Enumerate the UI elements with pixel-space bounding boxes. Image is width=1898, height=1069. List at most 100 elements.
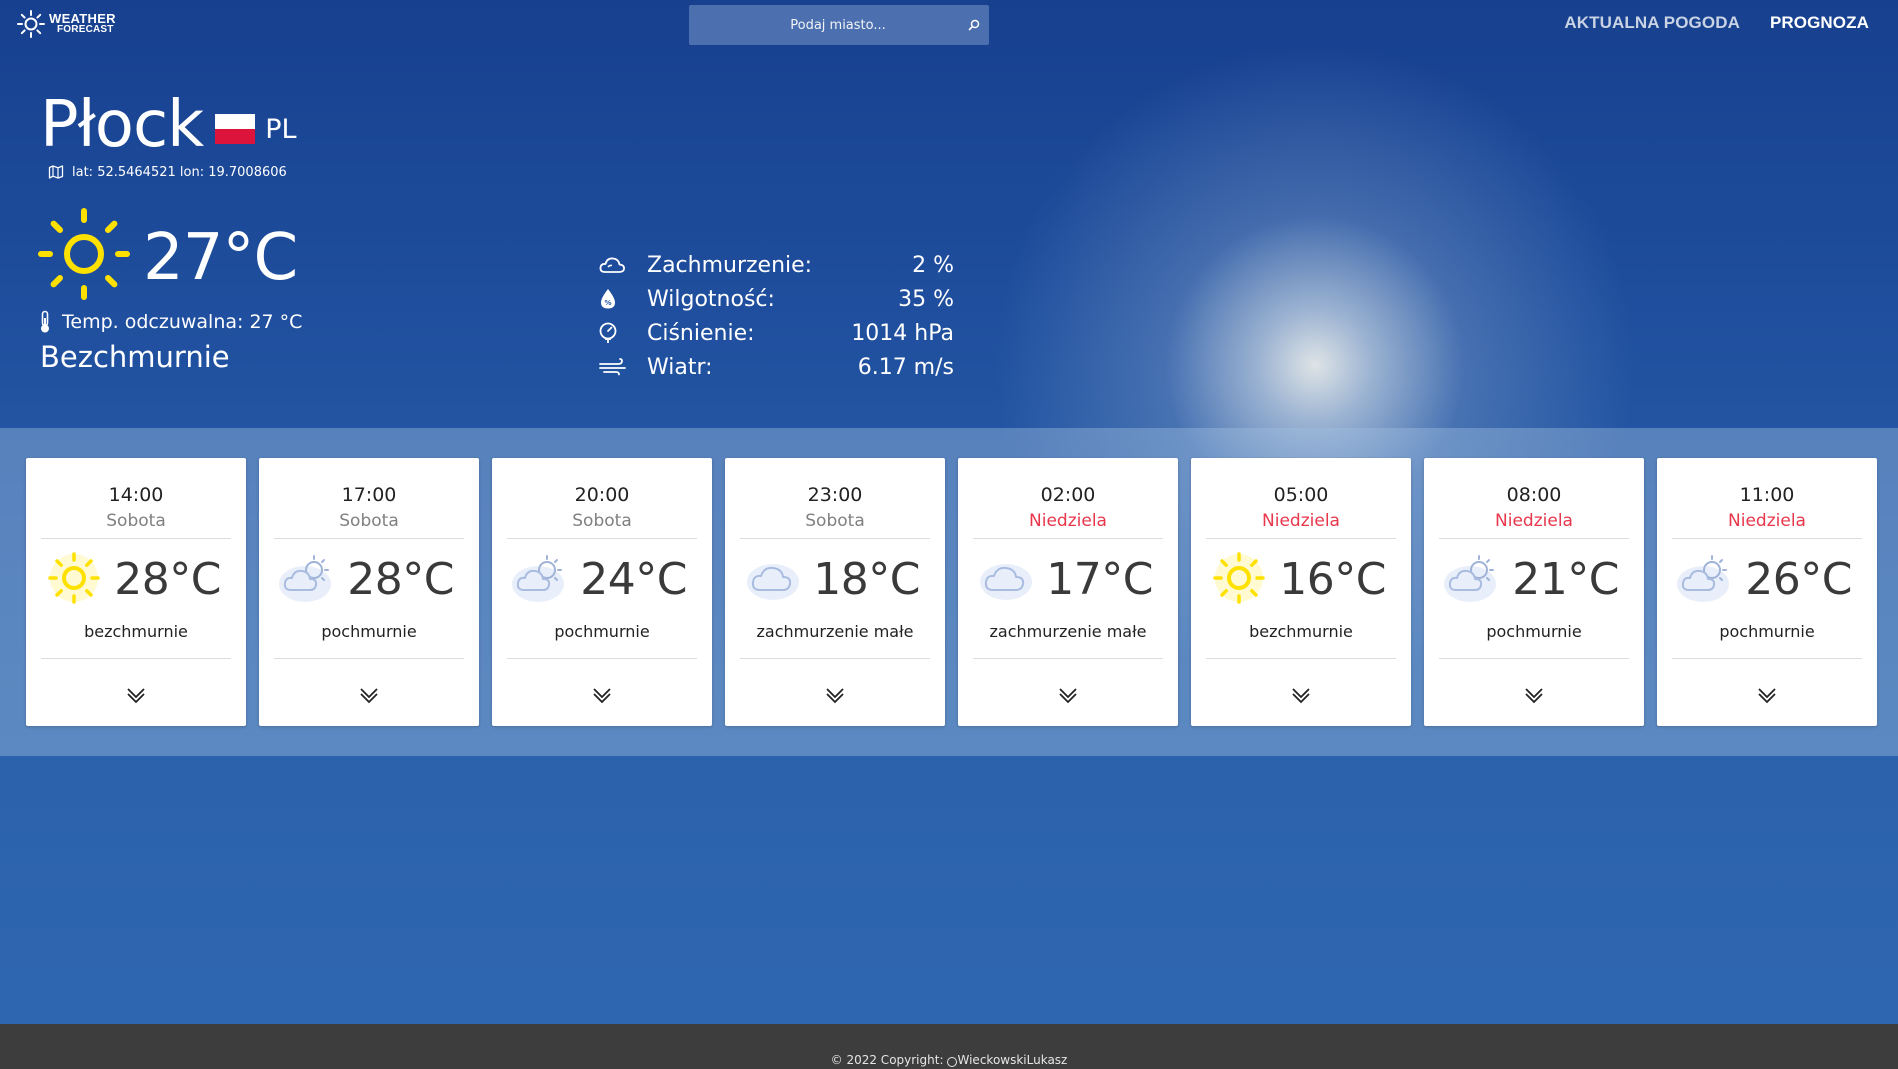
sun-icon	[1213, 552, 1265, 604]
poland-flag-icon	[215, 114, 256, 144]
forecast-day: Niedziela	[1495, 511, 1573, 531]
divider	[1439, 538, 1629, 539]
forecast-temperature: 26°C	[1745, 554, 1852, 605]
city-name: Płock	[40, 88, 204, 162]
country-code: PL	[265, 113, 297, 145]
divider	[740, 658, 930, 659]
map-icon	[48, 165, 64, 179]
logo-line-2: FORECAST	[57, 24, 114, 35]
forecast-day: Niedziela	[1728, 511, 1806, 531]
forecast-time: 05:00	[1273, 484, 1329, 506]
logo[interactable]: WEATHER FORECAST	[16, 9, 116, 39]
humidity-icon: %	[598, 286, 630, 312]
logo-line-1: WEATHER	[49, 11, 116, 26]
author-link[interactable]: WieckowskiLukasz	[958, 1053, 1068, 1067]
divider	[973, 538, 1163, 539]
cloud-sun-icon	[279, 555, 331, 602]
forecast-temperature: 28°C	[114, 554, 221, 605]
copyright-text: © 2022 Copyright:	[830, 1053, 944, 1067]
divider	[1672, 538, 1862, 539]
search-icon[interactable]	[959, 5, 989, 45]
chevron-down-icon[interactable]	[1290, 683, 1312, 705]
current-temperature: 27°C	[143, 221, 298, 295]
cloud-sun-icon	[1677, 555, 1729, 602]
chevron-down-icon[interactable]	[125, 683, 147, 705]
cloud-icon	[980, 564, 1032, 600]
forecast-card: 17:00 Sobota 28°C pochmurnie	[259, 458, 479, 726]
chevron-down-icon[interactable]	[1756, 683, 1778, 705]
stat-value: 1014 hPa	[851, 320, 954, 346]
feels-like-text: Temp. odczuwalna: 27 °C	[62, 311, 303, 333]
thermometer-icon	[41, 310, 49, 333]
divider	[507, 658, 697, 659]
current-stats: Zachmurzenie: 2 % % Wilgotność: 35 % Ciś…	[598, 248, 954, 384]
svg-text:%: %	[604, 299, 611, 307]
chevron-down-icon[interactable]	[1523, 683, 1545, 705]
forecast-temperature: 24°C	[580, 554, 687, 605]
divider	[973, 658, 1163, 659]
current-description: Bezchmurnie	[40, 340, 230, 374]
forecast-time: 14:00	[108, 484, 164, 506]
nav-current-weather[interactable]: AKTUALNA POGODA	[1564, 13, 1740, 33]
forecast-time: 02:00	[1040, 484, 1096, 506]
forecast-card: 14:00 Sobota 28°C bezchmurnie	[26, 458, 246, 726]
chevron-down-icon[interactable]	[358, 683, 380, 705]
chevron-down-icon[interactable]	[824, 683, 846, 705]
divider	[1439, 658, 1629, 659]
forecast-description: bezchmurnie	[84, 622, 188, 641]
stat-label: Zachmurzenie:	[647, 252, 813, 278]
forecast-time: 20:00	[574, 484, 630, 506]
city-search-input[interactable]	[689, 5, 959, 45]
chevron-down-icon[interactable]	[591, 683, 613, 705]
forecast-day: Niedziela	[1262, 511, 1340, 531]
stat-value: 6.17 m/s	[857, 354, 954, 380]
pressure-icon	[598, 320, 630, 346]
divider	[1206, 538, 1396, 539]
divider	[274, 658, 464, 659]
top-bar: WEATHER FORECAST AKTUALNA POGODA PROGNOZ…	[0, 0, 1898, 50]
forecast-description: pochmurnie	[1486, 622, 1582, 641]
chevron-down-icon[interactable]	[1057, 683, 1079, 705]
logo-text: WEATHER FORECAST	[49, 11, 116, 35]
footer: © 2022 Copyright: WieckowskiLukasz	[0, 1024, 1898, 1069]
forecast-description: zachmurzenie małe	[756, 622, 914, 641]
forecast-description: bezchmurnie	[1249, 622, 1353, 641]
forecast-card: 02:00 Niedziela 17°C zachmurzenie małe	[958, 458, 1178, 726]
forecast-day: Niedziela	[1029, 511, 1107, 531]
forecast-day: Sobota	[805, 511, 865, 531]
forecast-card: 08:00 Niedziela 21°C pochmurnie	[1424, 458, 1644, 726]
divider	[507, 538, 697, 539]
forecast-temperature: 21°C	[1512, 554, 1619, 605]
divider	[274, 538, 464, 539]
forecast-day: Sobota	[339, 511, 399, 531]
forecast-temperature: 28°C	[347, 554, 454, 605]
stat-label: Wilgotność:	[647, 286, 775, 312]
divider	[41, 538, 231, 539]
stat-pressure: Ciśnienie: 1014 hPa	[598, 316, 954, 350]
stat-value: 2 %	[912, 252, 954, 278]
cloud-sun-icon	[512, 555, 564, 602]
wind-icon	[598, 354, 630, 380]
feels-like: Temp. odczuwalna: 27 °C	[38, 310, 302, 334]
forecast-card: 11:00 Niedziela 26°C pochmurnie	[1657, 458, 1877, 726]
coordinates: lat: 52.5464521 lon: 19.7008606	[48, 164, 287, 180]
forecast-time: 08:00	[1506, 484, 1562, 506]
forecast-card: 23:00 Sobota 18°C zachmurzenie małe	[725, 458, 945, 726]
cloud-icon	[747, 564, 799, 600]
forecast-description: pochmurnie	[1719, 622, 1815, 641]
divider	[1672, 658, 1862, 659]
stat-label: Ciśnienie:	[647, 320, 755, 346]
nav-forecast[interactable]: PROGNOZA	[1770, 13, 1869, 33]
divider	[1206, 658, 1396, 659]
forecast-time: 17:00	[341, 484, 397, 506]
main-nav: AKTUALNA POGODA PROGNOZA	[1564, 13, 1869, 33]
forecast-card: 20:00 Sobota 24°C pochmurnie	[492, 458, 712, 726]
forecast-description: zachmurzenie małe	[989, 622, 1147, 641]
sun-icon	[48, 552, 100, 604]
stat-cloudiness: Zachmurzenie: 2 %	[598, 248, 954, 282]
stat-humidity: % Wilgotność: 35 %	[598, 282, 954, 316]
github-icon	[946, 1057, 957, 1067]
forecast-time: 11:00	[1739, 484, 1795, 506]
sun-icon	[38, 208, 130, 300]
city-heading: Płock PL	[40, 86, 297, 164]
